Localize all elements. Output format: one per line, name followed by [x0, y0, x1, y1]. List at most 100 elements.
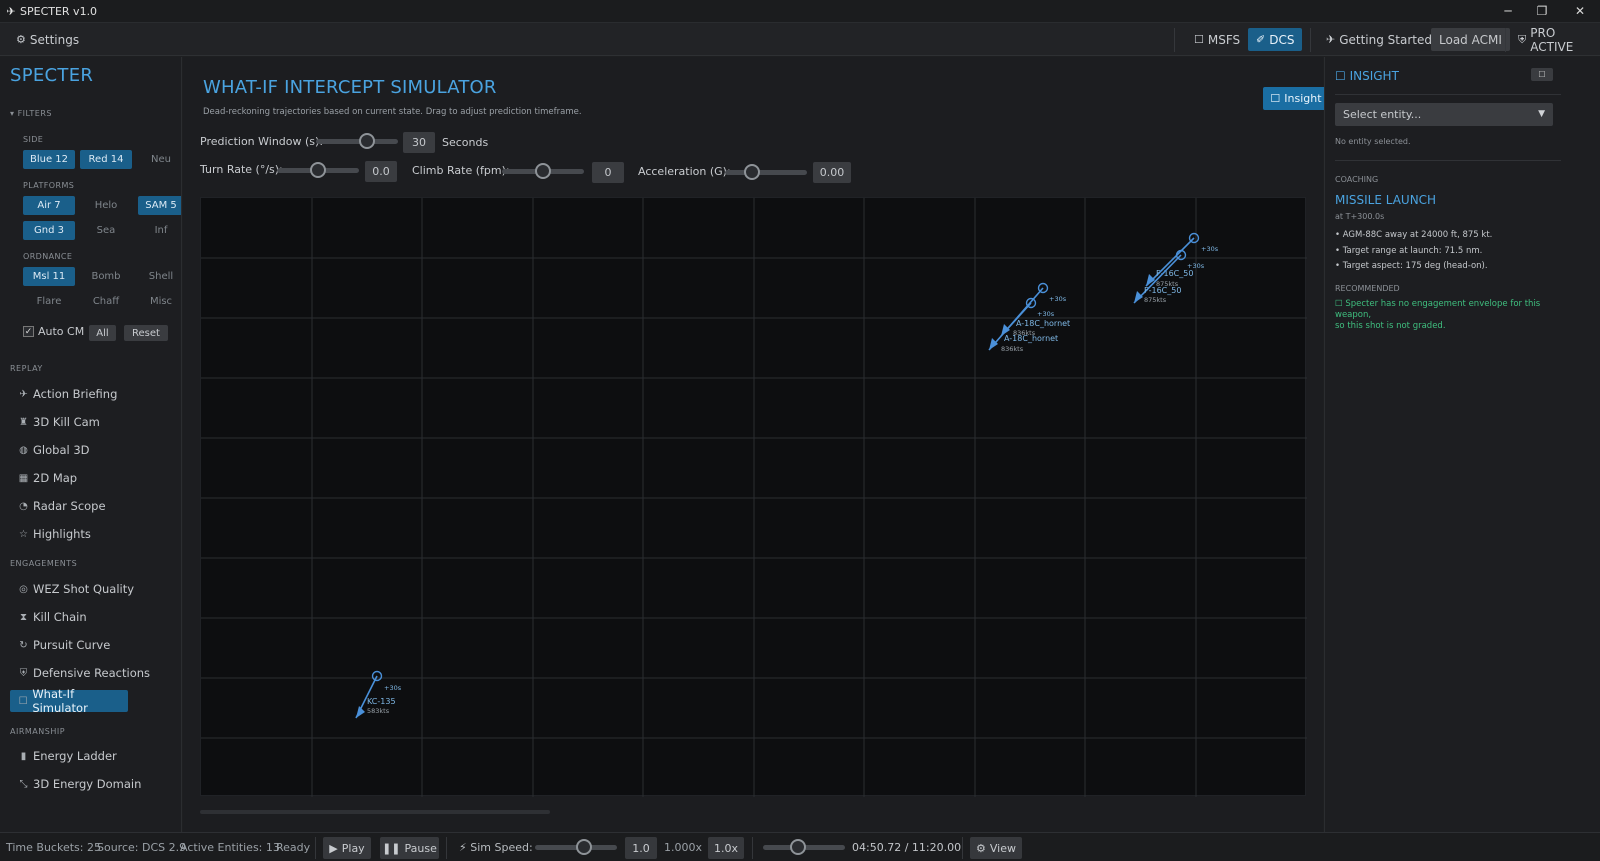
filter-chip[interactable]: Neu — [138, 150, 181, 169]
sidebar-item-what-if-simulator[interactable]: ☐ What-If Simulator — [10, 687, 128, 715]
prediction-window-slider-knob[interactable] — [358, 133, 375, 149]
recommended-text: ☐ Specter has no engagement envelope for… — [1335, 299, 1565, 332]
acceleration-slider-knob[interactable] — [744, 164, 761, 180]
getting-started-button[interactable]: ✈ Getting Started — [1318, 28, 1440, 51]
sidebar-item-global-3d[interactable]: ◍ Global 3D — [17, 439, 89, 461]
camera-icon: ♜ — [19, 416, 28, 428]
filter-chip[interactable]: Flare — [23, 292, 75, 311]
climb-rate-slider-knob[interactable] — [535, 163, 551, 179]
acceleration-slider[interactable] — [725, 170, 807, 175]
reset-button[interactable]: Reset — [124, 325, 168, 341]
msfs-button[interactable]: ☐ MSFS — [1186, 28, 1248, 51]
climb-rate-value[interactable]: 0 — [592, 162, 624, 183]
trajectory-plot[interactable]: A-18C_hornet 836kts +30s A-18C_hornet 836kts… — [200, 197, 1307, 797]
filter-chip[interactable]: Chaff — [80, 292, 132, 311]
active-entities-text: Active Entities: 13 — [180, 841, 280, 854]
sidebar-item-2d-map[interactable]: ▦ 2D Map — [17, 467, 77, 489]
coaching-bullet: • Target range at launch: 71.5 nm. — [1335, 246, 1483, 256]
filter-chip[interactable]: Inf — [138, 221, 181, 240]
acceleration-value[interactable]: 0.00 — [813, 162, 851, 183]
sidebar-item-3d-kill-cam[interactable]: ♜ 3D Kill Cam — [17, 411, 100, 433]
play-button[interactable]: ▶ Play — [323, 837, 371, 859]
dcs-icon: ✐ — [1256, 33, 1266, 46]
side-label: SIDE — [23, 135, 44, 144]
timeline-slider-knob[interactable] — [790, 839, 807, 855]
app-logo-icon: ✈ — [6, 4, 16, 18]
menu-divider — [1310, 28, 1311, 52]
filter-chip[interactable]: Bomb — [80, 267, 132, 286]
sidebar-item-pursuit-curve[interactable]: ↻ Pursuit Curve — [17, 634, 110, 656]
filter-chip[interactable]: Msl 11 — [23, 267, 75, 286]
menu-bar: ⚙ Settings ☐ MSFS ✐ DCS ✈ Getting Started Lo… — [0, 23, 1600, 56]
filter-chip[interactable]: Blue 12 — [23, 150, 75, 169]
prediction-window-value[interactable]: 30 — [403, 132, 435, 153]
turn-rate-slider-knob[interactable] — [310, 162, 326, 178]
pause-button[interactable]: ❚❚ Pause — [380, 837, 439, 859]
platforms-label: PLATFORMS — [23, 181, 75, 190]
settings-button[interactable]: ⚙ Settings — [8, 28, 87, 51]
track-callsign: F-16C_50 — [1156, 269, 1193, 278]
filter-chip[interactable]: Shell — [138, 267, 181, 286]
sim-speed-preset-button[interactable]: 1.0x — [708, 837, 744, 859]
filter-chip[interactable]: Red 14 — [80, 150, 132, 169]
filter-chip[interactable]: Air 7 — [23, 196, 75, 215]
dcs-button[interactable]: ✐ DCS — [1248, 28, 1303, 51]
status-divider — [446, 837, 447, 859]
all-button[interactable]: All — [89, 325, 116, 341]
sidebar-item-energy-ladder[interactable]: ▮ Energy Ladder — [17, 745, 117, 767]
square-icon: ☐ — [1335, 69, 1350, 83]
timeline-time: 04:50.72 / 11:20.00 — [852, 841, 962, 854]
sidebar-item-3d-energy-domain[interactable]: ⤡ 3D Energy Domain — [17, 773, 142, 795]
sidebar-item-label: Energy Ladder — [33, 749, 117, 763]
sim-speed-value[interactable]: 1.0 — [625, 837, 657, 859]
close-button[interactable]: ✕ — [1560, 0, 1600, 22]
time-buckets-text: Time Buckets: 25 — [6, 841, 101, 854]
square-icon: ☐ — [1194, 33, 1204, 46]
pro-status-label: PRO ACTIVE — [1530, 25, 1574, 54]
sidebar-item-action-briefing[interactable]: ✈ Action Briefing — [17, 383, 117, 405]
recommended-label: RECOMMENDED — [1335, 284, 1400, 293]
recommended-line-1: Specter has no engagement envelope for t… — [1335, 299, 1541, 320]
sidebar-item-label: 2D Map — [33, 471, 78, 485]
view-button[interactable]: ⚙ View — [970, 837, 1022, 859]
filter-chip[interactable]: Misc — [138, 292, 181, 311]
prediction-window-slider[interactable] — [316, 139, 398, 144]
sidebar-item-radar-scope[interactable]: ◔ Radar Scope — [17, 495, 105, 517]
turn-rate-value[interactable]: 0.0 — [365, 161, 397, 182]
aircraft-marker — [356, 706, 365, 718]
track-prediction-label: +30s — [1187, 262, 1205, 270]
filter-chip[interactable]: SAM 5 — [138, 196, 181, 215]
source-text: Source: DCS 2.9 — [97, 841, 187, 854]
load-acmi-button[interactable]: Load ACMI — [1431, 28, 1510, 51]
insight-button[interactable]: ☐ Insight — [1263, 87, 1329, 110]
gear-icon: ⚙ — [976, 841, 986, 855]
sidebar: SPECTER ▾ FILTERS SIDE Blue 12 Red 14 Neu … — [0, 57, 182, 832]
horizontal-scrollbar[interactable] — [200, 810, 550, 814]
sidebar-item-kill-chain[interactable]: ⧗ Kill Chain — [17, 606, 87, 628]
insight-panel-title: ☐ INSIGHT — [1335, 69, 1399, 83]
view-label: View — [989, 841, 1016, 855]
coaching-bullet: • AGM-88C away at 24000 ft, 875 kt. — [1335, 230, 1493, 240]
status-bar: Time Buckets: 25 Source: DCS 2.9 Active … — [0, 832, 1600, 861]
panel-toggle-button[interactable]: ☐ — [1531, 68, 1553, 81]
filter-chip[interactable]: Helo — [80, 196, 132, 215]
maximize-button[interactable]: ❐ — [1522, 0, 1562, 22]
track-prediction-label: +30s — [384, 684, 402, 692]
filter-chip[interactable]: Gnd 3 — [23, 221, 75, 240]
sidebar-item-wez-shot-quality[interactable]: ◎ WEZ Shot Quality — [17, 578, 134, 600]
filter-chip[interactable]: Sea — [80, 221, 132, 240]
filters-header[interactable]: ▾ FILTERS — [10, 109, 52, 118]
sidebar-item-defensive-reactions[interactable]: ⛨ Defensive Reactions — [17, 662, 150, 684]
sidebar-item-highlights[interactable]: ☆ Highlights — [17, 523, 91, 545]
app-window: ✈ SPECTER v1.0 ─ ❐ ✕ ⚙ Settings ☐ MSFS ✐ DC… — [0, 0, 1600, 861]
recommended-line-2: so this shot is not graded. — [1335, 321, 1446, 331]
sim-speed-slider-knob[interactable] — [576, 839, 593, 855]
trajectory-canvas[interactable]: A-18C_hornet836kts+30sA-18C_hornet836kts… — [201, 198, 1307, 797]
entity-select[interactable]: Select entity... ▼ — [1335, 103, 1553, 126]
chevron-down-icon: ▼ — [1538, 109, 1545, 119]
auto-cm-checkbox[interactable]: ✓ Auto CM — [23, 325, 84, 338]
divider — [1335, 160, 1561, 161]
pro-status-button[interactable]: ⛨ PRO ACTIVE — [1510, 25, 1600, 54]
sidebar-item-label: Highlights — [33, 527, 91, 541]
entity-select-placeholder: Select entity... — [1343, 108, 1422, 121]
